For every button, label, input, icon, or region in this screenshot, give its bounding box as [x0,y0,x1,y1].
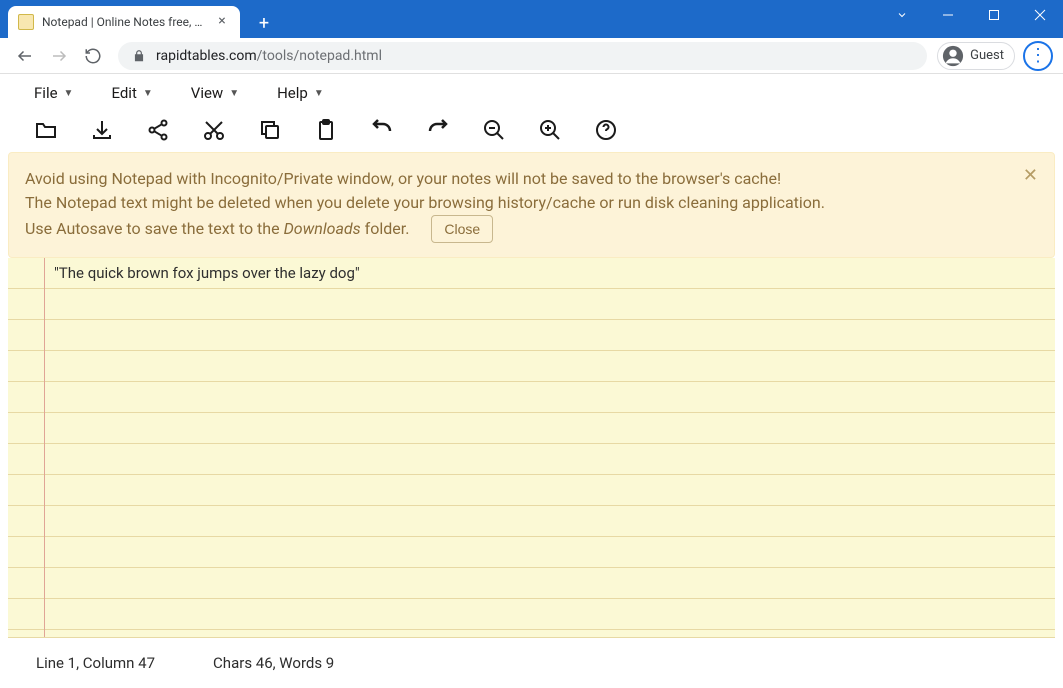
menu-edit[interactable]: Edit▼ [107,80,156,106]
editor-area[interactable]: "The quick brown fox jumps over the lazy… [8,258,1055,638]
menu-help[interactable]: Help▼ [273,80,328,106]
help-icon[interactable] [594,118,618,142]
close-alert-button[interactable]: Close [431,215,493,243]
window-controls [879,0,1063,30]
notepad-favicon-icon [18,14,34,30]
reload-icon[interactable] [78,41,108,71]
chevron-down-icon[interactable] [879,0,925,30]
alert-line2: The Notepad text might be deleted when y… [25,191,1014,215]
tab-strip: Notepad | Online Notes free, no × + [0,0,278,38]
editor-line[interactable]: "The quick brown fox jumps over the lazy… [8,258,1055,289]
url-input[interactable]: rapidtables.com/tools/notepad.html [118,42,927,70]
profile-chip[interactable]: Guest [937,42,1015,70]
editor-line[interactable] [8,289,1055,320]
maximize-icon[interactable] [971,0,1017,30]
address-bar: rapidtables.com/tools/notepad.html Guest… [0,38,1063,74]
alert-line1: Avoid using Notepad with Incognito/Priva… [25,167,1014,191]
caret-down-icon: ▼ [64,88,74,99]
editor-line[interactable] [8,320,1055,351]
share-icon[interactable] [146,118,170,142]
copy-icon[interactable] [258,118,282,142]
dismiss-alert-icon[interactable]: ✕ [1023,165,1038,186]
redo-icon[interactable] [426,118,450,142]
paste-icon[interactable] [314,118,338,142]
undo-icon[interactable] [370,118,394,142]
back-icon[interactable] [10,41,40,71]
kebab-menu-icon[interactable]: ⋮ [1023,41,1053,71]
toolbar [0,112,1063,152]
browser-tab[interactable]: Notepad | Online Notes free, no × [8,6,240,38]
close-tab-icon[interactable]: × [214,14,230,30]
zoom-out-icon[interactable] [482,118,506,142]
window-titlebar: Notepad | Online Notes free, no × + [0,0,1063,38]
cut-icon[interactable] [202,118,226,142]
status-chars-words: Chars 46, Words 9 [213,654,334,672]
editor-line[interactable] [8,506,1055,537]
folder-open-icon[interactable] [34,118,58,142]
editor-line[interactable] [8,568,1055,599]
menu-file[interactable]: File▼ [30,80,77,106]
minimize-icon[interactable] [925,0,971,30]
zoom-in-icon[interactable] [538,118,562,142]
status-bar: Line 1, Column 47 Chars 46, Words 9 [0,648,1063,682]
menubar: File▼ Edit▼ View▼ Help▼ [0,74,1063,112]
editor-line[interactable] [8,413,1055,444]
url-text: rapidtables.com/tools/notepad.html [156,48,382,64]
menu-view[interactable]: View▼ [187,80,243,106]
caret-down-icon: ▼ [314,88,324,99]
avatar-icon [942,45,964,67]
tab-title: Notepad | Online Notes free, no [42,15,206,29]
download-icon[interactable] [90,118,114,142]
caret-down-icon: ▼ [229,88,239,99]
new-tab-button[interactable]: + [250,9,278,37]
forward-icon[interactable] [44,41,74,71]
profile-label: Guest [970,48,1004,63]
editor-line[interactable] [8,599,1055,630]
editor-line[interactable] [8,444,1055,475]
editor-line[interactable] [8,475,1055,506]
page-viewport[interactable]: File▼ Edit▼ View▼ Help▼ ✕ Avoid using No… [0,74,1063,688]
lock-icon [132,49,146,63]
status-line-col: Line 1, Column 47 [36,654,155,672]
editor-line[interactable] [8,351,1055,382]
caret-down-icon: ▼ [143,88,153,99]
editor-lines: "The quick brown fox jumps over the lazy… [8,258,1055,630]
alert-line3: Use Autosave to save the text to the Dow… [25,215,1014,243]
editor-line[interactable] [8,382,1055,413]
margin-line [44,258,45,637]
editor-line[interactable] [8,537,1055,568]
warning-alert: ✕ Avoid using Notepad with Incognito/Pri… [8,152,1055,258]
close-window-icon[interactable] [1017,0,1063,30]
